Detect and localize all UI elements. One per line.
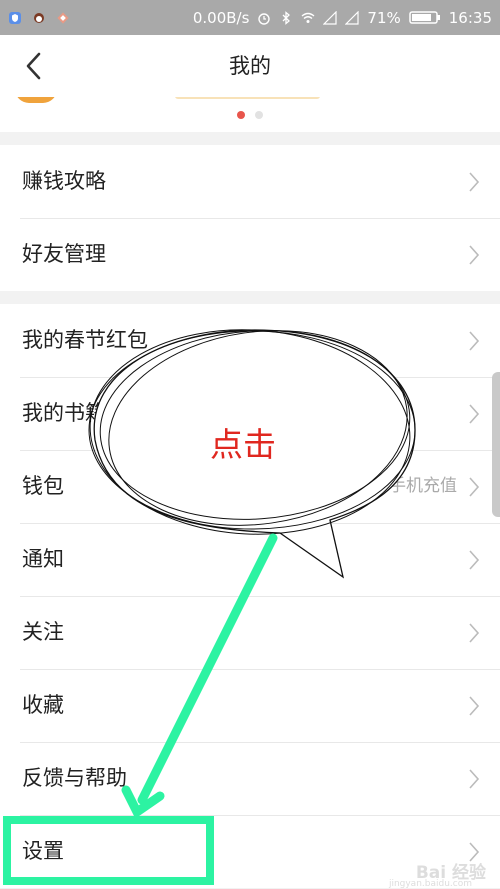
chevron-right-icon	[469, 172, 480, 192]
watermark-url: jingyan.baidu.com	[388, 879, 472, 889]
edge-scroll-handle[interactable]	[492, 372, 500, 517]
menu-item-label: 我的春节红包	[22, 328, 148, 352]
chevron-right-icon	[469, 331, 480, 351]
banner-image-fragment-2	[175, 97, 320, 99]
menu-group-earning: 赚钱攻略 好友管理	[0, 145, 500, 291]
menu-item-follow[interactable]: 关注	[0, 596, 500, 669]
signal-icon-2	[345, 10, 360, 25]
menu-item-label: 反馈与帮助	[22, 766, 127, 790]
menu-group-main: 我的春节红包 我的书籍 钱包 手机充值 通知 关注 收藏 反馈与帮助 设置	[0, 304, 500, 888]
clock: 16:35	[448, 8, 492, 27]
menu-item-spring-festival-red-packet[interactable]: 我的春节红包	[0, 304, 500, 377]
network-speed: 0.00B/s	[192, 8, 250, 27]
chevron-right-icon	[469, 623, 480, 643]
chevron-right-icon	[469, 477, 480, 497]
menu-item-label: 好友管理	[22, 242, 106, 266]
battery-icon	[409, 11, 440, 24]
chevron-right-icon	[469, 245, 480, 265]
alarm-icon	[258, 12, 271, 25]
chevron-right-icon	[469, 404, 480, 424]
shield-notification-icon	[9, 11, 21, 24]
navigation-bar: 我的	[0, 35, 500, 98]
menu-item-hint: 手机充值	[389, 476, 457, 496]
menu-item-label: 我的书籍	[22, 401, 106, 425]
menu-item-earning-guide[interactable]: 赚钱攻略	[0, 145, 500, 218]
menu-item-label: 关注	[22, 620, 64, 644]
chevron-right-icon	[469, 696, 480, 716]
menu-item-label: 收藏	[22, 693, 64, 717]
banner-image-fragment	[15, 97, 57, 103]
app-notification-icon	[34, 12, 44, 23]
menu-item-label: 设置	[22, 839, 64, 863]
signal-icon	[323, 10, 338, 25]
page-title: 我的	[229, 54, 271, 78]
banner-carousel[interactable]	[0, 97, 500, 132]
menu-item-label: 钱包	[22, 474, 64, 498]
status-bar: 0.00B/s 71% 16:35	[0, 0, 500, 35]
menu-item-label: 赚钱攻略	[22, 169, 106, 193]
menu-item-friend-management[interactable]: 好友管理	[0, 218, 500, 291]
bluetooth-icon	[282, 10, 291, 25]
carousel-dot[interactable]	[255, 111, 263, 119]
diamond-notification-icon	[57, 11, 69, 24]
menu-item-notifications[interactable]: 通知	[0, 523, 500, 596]
menu-item-favorites[interactable]: 收藏	[0, 669, 500, 742]
wifi-icon	[301, 12, 315, 23]
battery-percent: 71%	[367, 8, 401, 27]
chevron-right-icon	[469, 769, 480, 789]
menu-item-feedback-help[interactable]: 反馈与帮助	[0, 742, 500, 815]
menu-item-label: 通知	[22, 547, 64, 571]
chevron-right-icon	[469, 550, 480, 570]
callout-text: 点击	[210, 425, 276, 464]
carousel-dot-active[interactable]	[237, 111, 245, 119]
